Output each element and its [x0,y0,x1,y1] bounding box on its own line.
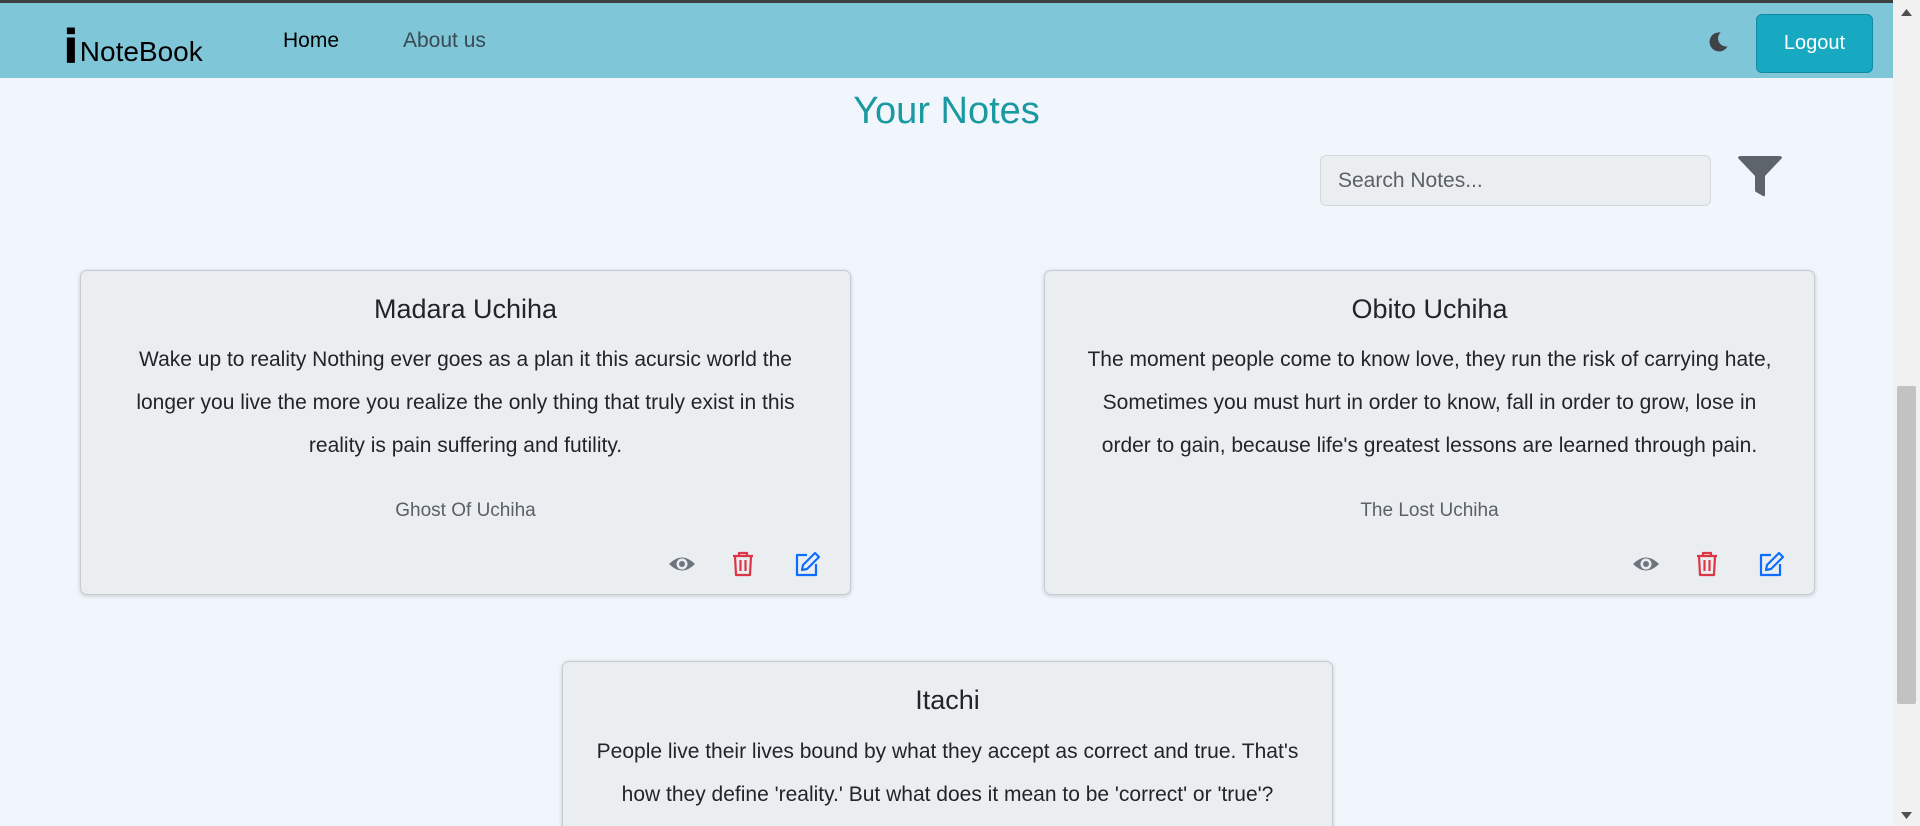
trash-icon[interactable] [1693,550,1721,578]
note-description: The moment people come to know love, the… [1087,348,1772,457]
trash-icon[interactable] [729,550,757,578]
eye-icon[interactable] [1632,550,1660,578]
note-card: Obito Uchiha The moment people come to k… [1044,270,1815,595]
edit-icon[interactable] [793,550,821,578]
scroll-up-arrow-icon[interactable] [1901,8,1912,16]
note-description: Wake up to reality Nothing ever goes as … [136,348,795,457]
search-input[interactable] [1320,155,1711,206]
nav-home-link[interactable]: Home [283,29,339,53]
eye-icon[interactable] [668,550,696,578]
brand-logo[interactable]: i NoteBook [63,13,203,73]
scroll-thumb[interactable] [1897,386,1916,704]
scroll-down-arrow-icon[interactable] [1901,812,1912,820]
funnel-icon[interactable] [1737,156,1783,198]
note-card: Madara Uchiha Wake up to reality Nothing… [80,270,851,595]
vertical-scrollbar[interactable] [1893,0,1920,826]
logout-button[interactable]: Logout [1756,14,1873,73]
note-title: Itachi [915,685,980,715]
note-card: Itachi People live their lives bound by … [562,661,1333,826]
note-tag: The Lost Uchiha [1360,500,1499,521]
note-title: Madara Uchiha [373,294,558,324]
note-description: People live their lives bound by what th… [596,740,1299,806]
nav-about-link[interactable]: About us [403,29,486,53]
edit-icon[interactable] [1757,550,1785,578]
brand-letter: i [63,20,79,74]
note-title: Obito Uchiha [1351,294,1508,324]
brand-name: NoteBook [79,36,203,67]
navbar: i NoteBook Home About us Logout [0,3,1893,78]
moon-icon[interactable] [1705,29,1731,55]
note-tag: Ghost Of Uchiha [395,500,536,521]
page-title: Your Notes [853,90,1040,132]
